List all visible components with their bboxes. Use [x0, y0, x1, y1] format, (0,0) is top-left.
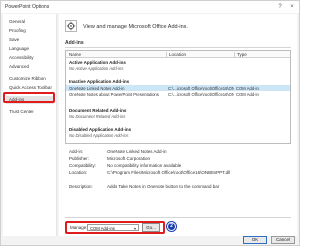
title-bar: PowerPoint Options ? ×: [1, 1, 299, 13]
column-type[interactable]: Type: [234, 52, 247, 57]
group-document-empty: No Document Related Add-ins: [69, 114, 126, 119]
detail-compat-label: Compatibility:: [69, 163, 97, 168]
group-disabled-empty: No Disabled Application Add-ins: [69, 133, 129, 138]
column-location[interactable]: Location: [166, 52, 186, 57]
sidebar-item-accessibility[interactable]: Accessibility: [6, 54, 54, 62]
sidebar-item-advanced[interactable]: Advanced: [6, 63, 54, 71]
options-dialog: PowerPoint Options ? × General Proofing …: [0, 0, 300, 246]
sidebar-item-quick-access-toolbar[interactable]: Quick Access Toolbar: [6, 84, 54, 92]
table-header: Name Location Type: [66, 51, 290, 58]
row-type: COM Add-in: [236, 91, 259, 97]
add-ins-gear-icon: [65, 20, 77, 32]
close-button[interactable]: ×: [288, 3, 296, 11]
ok-button[interactable]: OK: [243, 236, 267, 244]
sidebar-item-trust-center[interactable]: Trust Center: [6, 108, 54, 116]
add-ins-table: Name Location Type Active Application Ad…: [65, 50, 291, 144]
group-disabled: Disabled Application Add-ins: [69, 127, 132, 132]
section-divider: [65, 47, 291, 48]
table-row[interactable]: OneNote Notes about PowerPoint Presentat…: [66, 91, 290, 97]
row-location: C:\...icrosoft Office\root\Office16\ONBt…: [168, 85, 234, 91]
help-button[interactable]: ?: [276, 3, 284, 11]
group-active-empty: No Active Application Add-ins: [69, 66, 124, 71]
sidebar-item-save[interactable]: Save: [6, 36, 54, 44]
sidebar-item-customize-ribbon[interactable]: Customize Ribbon: [6, 75, 54, 83]
detail-publisher-label: Publisher:: [69, 156, 90, 161]
group-inactive: Inactive Application Add-ins: [69, 79, 130, 84]
sidebar-item-general[interactable]: General: [6, 18, 54, 26]
detail-description-label: Description:: [69, 184, 93, 189]
go-button[interactable]: Go...: [142, 223, 160, 232]
section-title: Add-ins: [65, 40, 84, 46]
cancel-button[interactable]: Cancel: [271, 236, 295, 244]
detail-addin-label: Add-in:: [69, 149, 84, 154]
manage-divider: [65, 217, 291, 218]
detail-publisher-value: Microsoft Corporation: [107, 156, 151, 161]
window-title: PowerPoint Options: [5, 4, 50, 10]
manage-select[interactable]: COM Add-ins ▾: [87, 224, 139, 231]
detail-location-label: Location:: [69, 170, 88, 175]
step-badge-2: 2: [167, 222, 176, 231]
chevron-down-icon: ▾: [133, 226, 136, 231]
detail-addin-value: OneNote Linked Notes Add-in: [107, 149, 167, 154]
sidebar: General Proofing Save Language Accessibi…: [3, 14, 57, 236]
row-type: COM Add-in: [236, 85, 259, 91]
main-panel: View and manage Microsoft Office Add-ins…: [59, 14, 297, 236]
manage-select-value: COM Add-ins: [90, 226, 115, 231]
detail-location-value: C:\Program Files\Microsoft Office\root\O…: [107, 170, 231, 175]
sidebar-item-language[interactable]: Language: [6, 45, 54, 53]
manage-label: Manage:: [70, 225, 88, 230]
group-document: Document Related Add-ins: [69, 108, 127, 113]
row-name: OneNote Linked Notes Add-in: [69, 85, 125, 91]
detail-description-value: Adds Take Notes in Onenote button to the…: [107, 184, 220, 189]
row-location: C:\...icrosoft Office\root\Office16\ONPP…: [168, 91, 234, 97]
detail-compat-value: No compatibility information available: [107, 163, 182, 168]
group-active: Active Application Add-ins: [69, 60, 126, 65]
row-name: OneNote Notes about PowerPoint Presentat…: [69, 91, 159, 97]
column-name[interactable]: Name: [69, 52, 81, 57]
sidebar-item-proofing[interactable]: Proofing: [6, 27, 54, 35]
add-ins-highlight: [3, 92, 55, 103]
page-heading: View and manage Microsoft Office Add-ins…: [83, 24, 188, 30]
